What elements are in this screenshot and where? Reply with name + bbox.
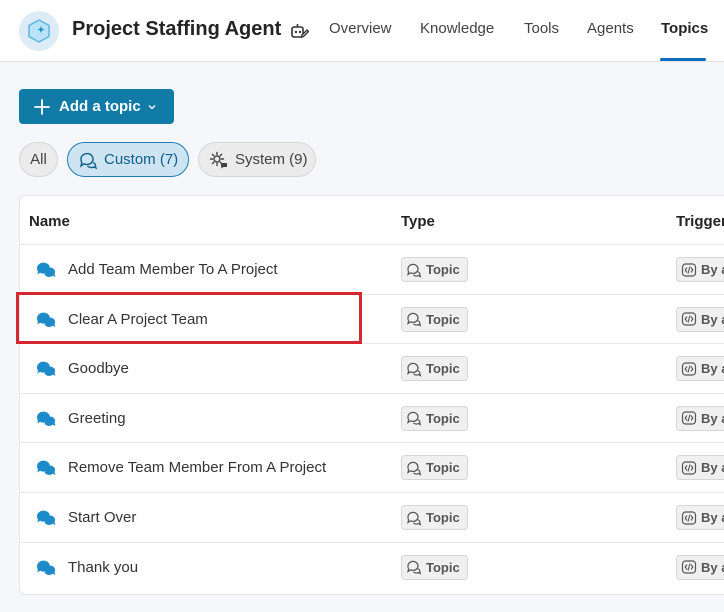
gear-chat-icon <box>209 150 229 170</box>
chat-outline-icon <box>406 410 422 427</box>
trigger-badge-label: By a <box>701 311 724 327</box>
filter-system-label: System (9) <box>235 151 308 168</box>
trigger-badge-label: By a <box>701 510 724 525</box>
type-badge-label: Topic <box>426 510 460 525</box>
app-header: Project Staffing Agent Overview Knowledg… <box>0 0 724 62</box>
filter-system[interactable]: System (9) <box>198 142 316 177</box>
table-row[interactable]: Thank you Topic By a <box>20 541 724 592</box>
trigger-badge-label: By a <box>701 410 724 426</box>
chat-outline-icon <box>406 361 422 377</box>
topic-chat-icon <box>36 360 56 378</box>
add-topic-label: Add a topic <box>59 98 141 115</box>
tab-overview[interactable]: Overview <box>329 20 392 37</box>
topic-chat-icon <box>36 410 56 428</box>
type-badge-label: Topic <box>426 311 460 327</box>
trigger-badge-label: By a <box>701 361 724 377</box>
type-badge: Topic <box>401 455 468 481</box>
topic-chat-icon <box>36 509 56 527</box>
table-row[interactable]: Clear A Project Team Topic By a <box>20 293 724 344</box>
tab-topics[interactable]: Topics <box>661 20 708 37</box>
type-badge: Topic <box>401 505 468 530</box>
type-badge-label: Topic <box>426 262 460 277</box>
tab-tools[interactable]: Tools <box>524 20 559 37</box>
chat-outline-icon <box>406 559 422 575</box>
filter-custom-label: Custom (7) <box>104 151 179 168</box>
topics-table: Name Type Trigger Add Team Member To A P… <box>19 195 724 595</box>
chat-bubbles-icon <box>78 150 98 170</box>
column-header-type[interactable]: Type <box>401 213 435 230</box>
trigger-badge-label: By a <box>701 460 724 476</box>
type-badge: Topic <box>401 306 468 332</box>
table-row[interactable]: Add Team Member To A Project Topic By a <box>20 244 724 294</box>
topic-name[interactable]: Greeting <box>68 410 126 427</box>
type-badge: Topic <box>401 405 468 431</box>
trigger-badge: By a <box>676 455 724 481</box>
type-badge-label: Topic <box>426 460 460 476</box>
trigger-badge-label: By a <box>701 559 724 575</box>
topic-name[interactable]: Add Team Member To A Project <box>68 261 278 278</box>
table-row[interactable]: Start Over Topic By a <box>20 492 724 542</box>
trigger-badge: By a <box>676 554 724 580</box>
table-row[interactable]: Greeting Topic By a <box>20 392 724 443</box>
chat-outline-icon <box>406 262 422 278</box>
type-badge: Topic <box>401 356 468 382</box>
tab-knowledge[interactable]: Knowledge <box>420 20 494 37</box>
chevron-down-icon <box>147 102 157 112</box>
trigger-badge-label: By a <box>701 262 724 277</box>
code-slash-icon <box>681 410 697 426</box>
trigger-badge: By a <box>676 405 724 431</box>
topic-name[interactable]: Remove Team Member From A Project <box>68 459 326 476</box>
table-row[interactable]: Remove Team Member From A Project Topic … <box>20 442 724 492</box>
active-tab-indicator <box>660 58 706 61</box>
topic-chat-icon <box>36 261 56 279</box>
trigger-badge: By a <box>676 505 724 530</box>
tab-agents[interactable]: Agents <box>587 20 634 37</box>
table-row[interactable]: Goodbye Topic By a <box>20 343 724 393</box>
trigger-badge: By a <box>676 306 724 332</box>
type-badge-label: Topic <box>426 559 460 575</box>
trigger-badge: By a <box>676 257 724 282</box>
filter-all-label: All <box>30 151 47 168</box>
code-slash-icon <box>681 311 697 327</box>
topic-name[interactable]: Clear A Project Team <box>68 311 208 328</box>
topic-name[interactable]: Thank you <box>68 559 138 576</box>
add-topic-button[interactable]: Add a topic <box>19 89 174 124</box>
chat-outline-icon <box>406 510 422 526</box>
topic-name[interactable]: Start Over <box>68 509 136 526</box>
code-slash-icon <box>681 460 697 476</box>
agent-sparkle-icon <box>19 11 59 51</box>
type-badge: Topic <box>401 554 468 580</box>
type-badge-label: Topic <box>426 410 460 426</box>
column-header-trigger[interactable]: Trigger <box>676 213 724 230</box>
chat-outline-icon <box>406 460 422 476</box>
chat-outline-icon <box>406 311 422 327</box>
topic-chat-icon <box>36 311 56 329</box>
topic-chat-icon <box>36 459 56 477</box>
topic-name[interactable]: Goodbye <box>68 360 129 377</box>
code-slash-icon <box>681 262 697 278</box>
topic-chat-icon <box>36 559 56 577</box>
code-slash-icon <box>681 510 697 526</box>
plus-icon <box>34 98 50 115</box>
trigger-badge: By a <box>676 356 724 382</box>
agent-title: Project Staffing Agent <box>72 18 282 40</box>
filter-custom[interactable]: Custom (7) <box>67 142 189 177</box>
filter-all[interactable]: All <box>19 142 58 177</box>
code-slash-icon <box>681 361 697 377</box>
code-slash-icon <box>681 559 697 575</box>
type-badge-label: Topic <box>426 361 460 377</box>
type-badge: Topic <box>401 257 468 282</box>
column-header-name[interactable]: Name <box>29 213 70 230</box>
agent-edit-icon[interactable] <box>288 20 310 42</box>
